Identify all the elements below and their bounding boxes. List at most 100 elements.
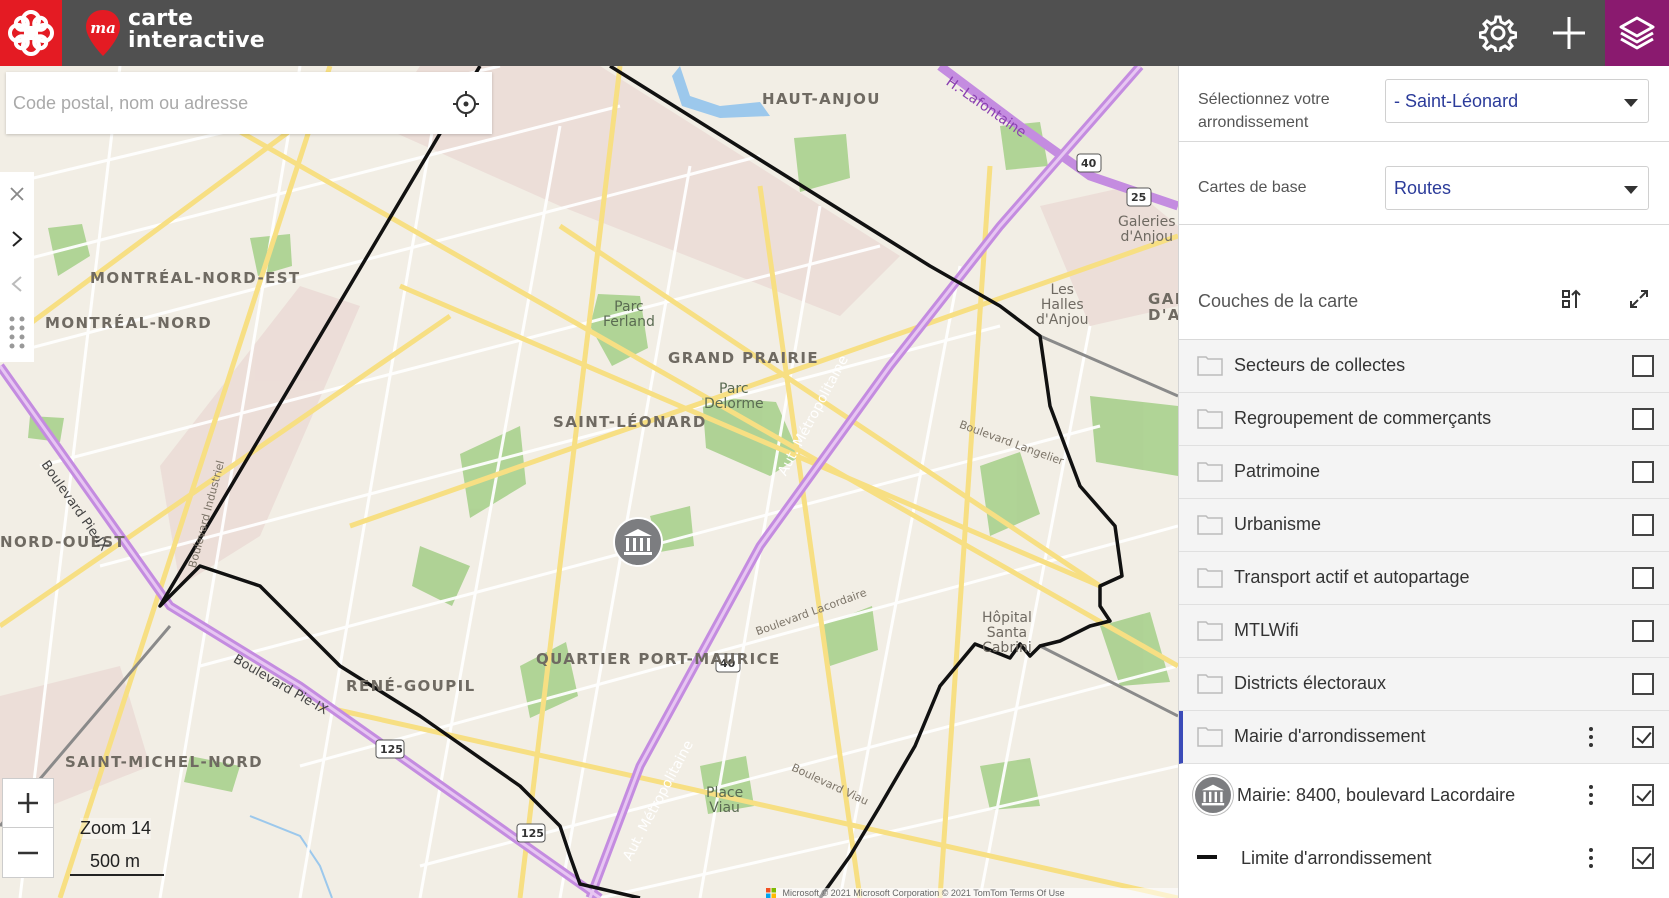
sublayer-label: Mairie: 8400, boulevard Lacordaire [1237,785,1516,805]
area-label-grand-prairie: GRAND PRAIRIE [668,349,820,367]
area-label-rene-goupil: RENÉ-GOUPIL [346,677,476,695]
add-button[interactable] [1537,0,1601,66]
layer-label: Transport actif et autopartage [1234,567,1470,587]
poi-label-line: Hôpital [982,610,1032,626]
folder-icon [1197,568,1223,588]
map-view[interactable]: 40 25 40 125 125 HAUT-ANJOU MONTRÉAL-NOR… [0,66,1178,898]
folder-icon [1197,621,1223,641]
folder-icon [1197,674,1223,694]
area-label-da: D'A [1148,306,1178,324]
more-options-icon[interactable] [1585,846,1597,870]
sort-icon[interactable] [1557,284,1587,314]
layer-checkbox[interactable] [1632,620,1654,642]
layer-checkbox[interactable] [1632,355,1654,377]
park-label-delorme: Parc Delorme [704,382,764,412]
park-label-line: Ferland [603,314,655,330]
route-40-label: 40 [1081,157,1097,170]
boundary-line-icon [1197,855,1217,859]
close-icon[interactable] [0,172,34,216]
layer-checkbox[interactable] [1632,461,1654,483]
layer-label: Patrimoine [1234,461,1321,481]
layer-checkbox[interactable] [1632,514,1654,536]
montreal-logo[interactable] [0,0,62,66]
zoom-level-label: Zoom 14 [80,818,152,839]
route-125-label: 125 [380,743,403,756]
layer-row[interactable]: MTLWifi [1179,605,1669,658]
more-options-icon[interactable] [1585,725,1597,749]
poi-label-halles-anjou: Les Halles d'Anjou [1036,283,1089,328]
poi-label-line: Cabrini [982,640,1032,656]
poi-label-line: Place [706,785,744,801]
layer-label: Secteurs de collectes [1234,355,1406,375]
attribution-text[interactable]: © 2021 Microsoft Corporation © 2021 TomT… [822,888,1065,898]
layer-checkbox[interactable] [1632,726,1654,748]
layer-row[interactable]: Urbanisme [1179,499,1669,552]
route-125-label: 125 [521,827,544,840]
scale-label: 500 m [90,851,141,871]
city-hall-icon [1193,775,1233,815]
search-input[interactable] [6,72,436,134]
layers-icon [1619,16,1655,50]
layer-row[interactable]: Districts électoraux [1179,658,1669,711]
sublayer-checkbox[interactable] [1632,784,1654,806]
divider [1179,141,1669,142]
layer-label: MTLWifi [1234,620,1299,640]
poi-label-place-viau: Place Viau [706,786,743,816]
poi-label-line: Les [1050,282,1074,298]
drag-handle-icon[interactable] [0,310,34,354]
poi-label-line: Halles [1040,297,1084,313]
basemap-select-label: Cartes de base [1198,179,1307,196]
microsoft-logo [766,888,780,898]
layers-panel: Sélectionnez votre arrondissement - Sain… [1178,66,1669,898]
layer-checkbox[interactable] [1632,567,1654,589]
layers-toggle-button[interactable] [1605,0,1669,66]
layers-section-title: Couches de la carte [1198,291,1359,311]
layer-checkbox[interactable] [1632,673,1654,695]
layer-row[interactable]: Patrimoine [1179,446,1669,499]
app-title-line1: carte [128,6,194,31]
attribution-brand: Microsoft [782,888,820,898]
chevron-down-icon [1624,99,1638,107]
basemap-select-value: Routes [1394,178,1452,198]
borough-select-value: - Saint-Léonard [1394,91,1519,111]
layer-row-active[interactable]: Mairie d'arrondissement [1179,711,1669,764]
app-root: ma carte interactive 40 25 40 125 125 HA… [0,0,1669,898]
route-25-label: 25 [1131,191,1147,204]
poi-label-line: d'Anjou [1036,312,1089,328]
folder-icon [1197,727,1223,747]
borough-select-label: Sélectionnez votre arrondissement [1198,91,1330,131]
chevron-right-icon[interactable] [0,217,34,261]
chevron-down-icon [1624,186,1638,194]
montreal-rosette-icon [8,10,54,56]
poi-label-hopital-santa-cabrini: Hôpital Santa Cabrini [982,611,1032,656]
settings-button[interactable] [1466,0,1530,66]
park-label-line: Parc [614,299,644,315]
chevron-left-icon[interactable] [0,262,34,306]
layer-row[interactable]: Transport actif et autopartage [1179,552,1669,605]
layer-label: Urbanisme [1234,514,1322,534]
map-side-toolbar [0,172,34,362]
layer-row[interactable]: Regroupement de commerçants [1179,393,1669,446]
zoom-out-button[interactable] [3,828,53,877]
more-options-icon[interactable] [1585,783,1597,807]
sublayer-row[interactable]: Mairie: 8400, boulevard Lacordaire [1179,765,1669,825]
app-title-line2: interactive [128,28,265,53]
area-label-saint-leonard: SAINT-LÉONARD [553,413,707,431]
poi-label-line: d'Anjou [1120,229,1173,245]
layer-row[interactable]: Secteurs de collectes [1179,340,1669,393]
borough-select[interactable]: - Saint-Léonard [1385,79,1649,123]
sublayer-checkbox[interactable] [1632,847,1654,869]
city-hall-marker[interactable] [613,517,663,567]
layer-checkbox[interactable] [1632,408,1654,430]
divider [1179,224,1669,225]
app-header: ma carte interactive [0,0,1669,66]
zoom-in-button[interactable] [3,779,53,828]
park-label-line: Parc [719,381,749,397]
poi-label-line: Viau [709,800,740,816]
geolocate-icon[interactable] [452,90,480,118]
area-label-quartier-port-maurice: QUARTIER PORT-MAURICE [536,650,781,668]
basemap-select[interactable]: Routes [1385,166,1649,210]
layer-label: Regroupement de commerçants [1234,408,1492,428]
sublayer-row[interactable]: Limite d'arrondissement [1179,826,1669,886]
expand-icon[interactable] [1624,284,1654,314]
